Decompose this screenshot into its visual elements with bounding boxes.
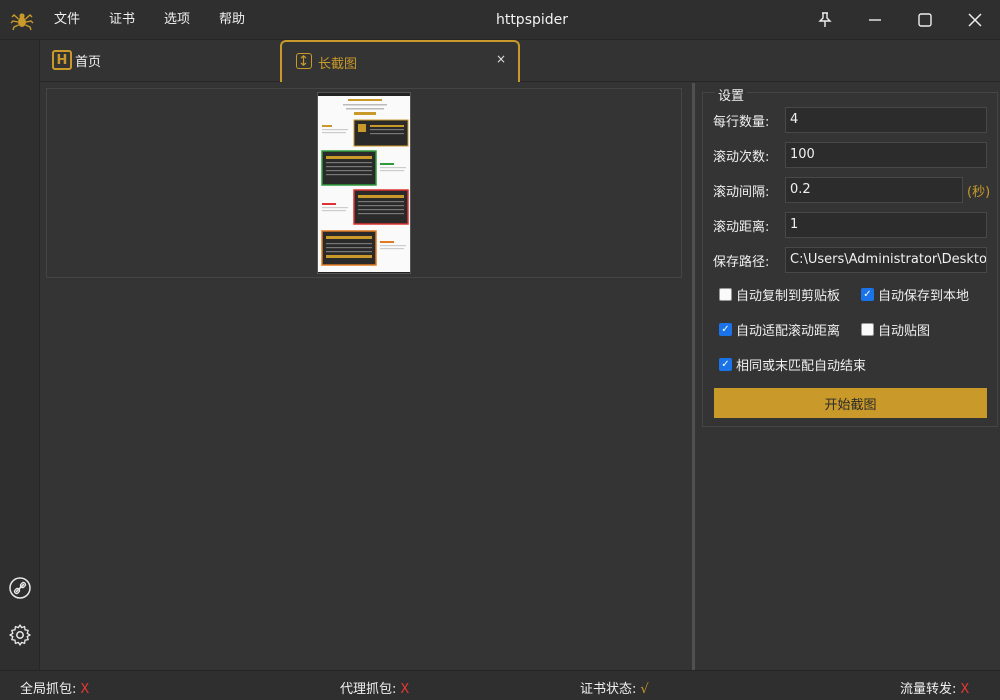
tab-long-screenshot[interactable]: 长截图 × [280,40,520,82]
minimize-button[interactable] [855,0,895,40]
maximize-button[interactable] [905,0,945,40]
start-screenshot-button[interactable]: 开始截图 [714,388,987,418]
scroll-count-row: 滚动次数: 100 [713,142,987,168]
tab-home[interactable]: H 首页 [52,49,101,71]
close-button[interactable] [955,0,995,40]
scroll-interval-label: 滚动间隔: [713,184,770,200]
auto-copy-clipboard-label: 自动复制到剪贴板 [736,289,841,304]
save-path-row: 保存路径: C:\Users\Administrator\Desktop\h [713,247,987,273]
status-traffic-forward-value: X [960,682,970,697]
auto-fit-scroll-label: 自动适配滚动距离 [736,324,841,339]
title-bar: 文件 证书 选项 帮助 httpspider [0,0,1000,40]
scroll-distance-row: 滚动距离: 1 [713,212,987,238]
scroll-distance-input[interactable]: 1 [785,212,987,238]
status-traffic-forward: 流量转发: X [900,678,969,697]
screenshot-preview-area [46,88,682,278]
long-screenshot-icon [296,53,312,69]
auto-pin-image-label: 自动贴图 [878,324,931,339]
status-cert: 证书状态: √ [580,678,649,697]
auto-save-local-label: 自动保存到本地 [878,289,970,304]
status-proxy-capture-value: X [400,682,410,697]
settings-panel: 设置 每行数量: 4 滚动次数: 100 滚动间隔: 0.2 (秒) 滚动距离:… [702,85,998,427]
status-global-capture-value: X [80,682,90,697]
per-row-row: 每行数量: 4 [713,107,987,133]
screenshot-thumbnail[interactable] [317,92,411,274]
save-path-input[interactable]: C:\Users\Administrator\Desktop\h [785,247,987,273]
auto-pin-image-checkbox[interactable]: 自动贴图 [861,320,930,339]
gear-icon[interactable] [8,623,32,647]
status-proxy-capture-label: 代理抓包: [340,682,397,697]
panel-splitter[interactable] [692,83,695,670]
auto-copy-clipboard-checkbox[interactable]: 自动复制到剪贴板 [719,285,840,304]
per-row-input[interactable]: 4 [785,107,987,133]
checkbox-box[interactable] [719,288,732,301]
per-row-label: 每行数量: [713,114,770,130]
status-global-capture: 全局抓包: X [20,678,89,697]
pin-button[interactable] [805,0,845,40]
checkbox-box[interactable] [719,323,732,336]
close-icon [968,13,982,27]
scroll-interval-input[interactable]: 0.2 [785,177,963,203]
app-title: httpspider [495,12,569,28]
checkbox-box[interactable] [861,288,874,301]
home-h-icon: H [52,50,72,70]
tab-close-icon[interactable]: × [496,52,506,66]
maximize-icon [918,13,932,27]
settings-title: 设置 [715,85,748,104]
status-traffic-forward-label: 流量转发: [900,682,957,697]
left-rail [0,40,40,670]
scroll-count-input[interactable]: 100 [785,142,987,168]
tab-bar: H 首页 长截图 × [40,40,1000,82]
scroll-count-label: 滚动次数: [713,149,770,165]
scroll-interval-row: 滚动间隔: 0.2 (秒) [713,177,990,203]
auto-save-local-checkbox[interactable]: 自动保存到本地 [861,285,969,304]
checkbox-box[interactable] [719,358,732,371]
status-global-capture-label: 全局抓包: [20,682,77,697]
status-bar: 全局抓包: X 代理抓包: X 证书状态: √ 流量转发: X [0,670,1000,700]
pin-icon [818,12,832,27]
tab-home-label: 首页 [75,54,102,70]
save-path-label: 保存路径: [713,254,770,270]
auto-stop-label: 相同或末匹配自动结束 [736,359,867,374]
checkbox-box[interactable] [861,323,874,336]
status-cert-value: √ [640,682,649,697]
status-cert-label: 证书状态: [580,682,637,697]
auto-fit-scroll-checkbox[interactable]: 自动适配滚动距离 [719,320,840,339]
status-proxy-capture: 代理抓包: X [340,678,409,697]
minimize-icon [869,19,881,21]
tab-long-screenshot-label: 长截图 [318,57,358,72]
link-icon[interactable] [8,576,32,600]
auto-stop-checkbox[interactable]: 相同或末匹配自动结束 [719,355,866,374]
scroll-distance-label: 滚动距离: [713,219,770,235]
scroll-interval-unit: (秒) [967,184,991,200]
